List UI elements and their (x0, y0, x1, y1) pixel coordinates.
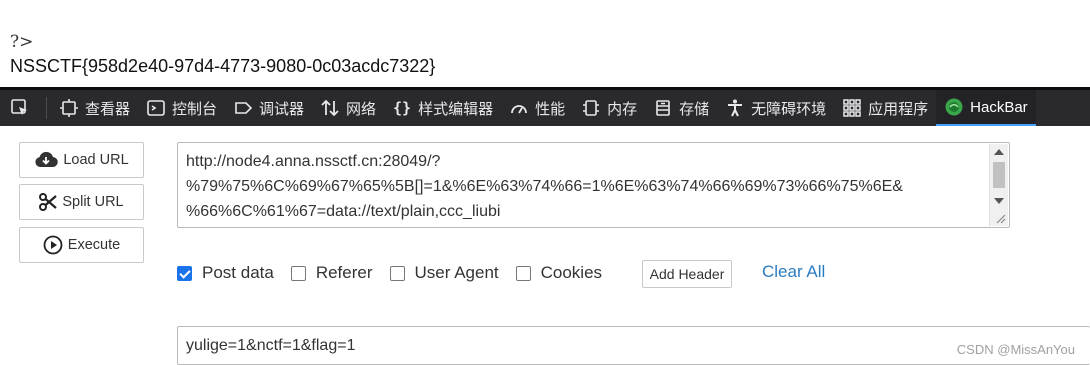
scroll-thumb[interactable] (993, 162, 1005, 188)
clear-all-link[interactable]: Clear All (762, 262, 825, 282)
storage-icon (653, 98, 673, 118)
inspector-icon (59, 98, 79, 118)
add-header-button[interactable]: Add Header (642, 260, 732, 288)
tab-console[interactable]: 控制台 (138, 90, 225, 126)
toolbar-separator (46, 97, 47, 119)
scroll-down-icon[interactable] (994, 198, 1004, 204)
user-agent-label: User Agent (414, 263, 499, 282)
hackbar-icon (944, 97, 964, 117)
tab-memory[interactable]: 内存 (573, 90, 645, 126)
console-icon (146, 98, 166, 118)
element-picker-icon (10, 98, 30, 118)
tab-performance[interactable]: 性能 (501, 90, 573, 126)
cloud-download-icon (34, 151, 59, 169)
options-row: Post data Referer User Agent Cookies (177, 260, 619, 286)
scroll-up-icon[interactable] (994, 149, 1004, 155)
load-url-label: Load URL (63, 152, 129, 168)
scissors-icon (39, 193, 58, 211)
execute-button[interactable]: Execute (19, 227, 144, 263)
cookies-option[interactable]: Cookies (515, 263, 603, 283)
tab-network[interactable]: 网络 (312, 90, 384, 126)
post-data-input[interactable]: yulige=1&nctf=1&flag=1 (177, 326, 1090, 365)
element-picker-button[interactable] (0, 90, 42, 126)
execute-label: Execute (67, 237, 121, 253)
referer-label: Referer (315, 263, 373, 282)
tab-style-editor-label: 样式编辑器 (418, 100, 494, 118)
tab-hackbar[interactable]: HackBar (936, 90, 1036, 126)
post-data-option[interactable]: Post data (177, 263, 274, 283)
tab-debugger[interactable]: 调试器 (225, 90, 312, 126)
tab-application[interactable]: 应用程序 (834, 90, 936, 126)
cookies-checkbox[interactable] (515, 265, 531, 281)
page-output: ?> NSSCTF{958d2e40-97d4-4773-9080-0c03ac… (10, 32, 435, 78)
flag-text: NSSCTF{958d2e40-97d4-4773-9080-0c03acdc7… (10, 56, 436, 76)
tab-storage[interactable]: 存储 (645, 90, 717, 126)
accessibility-icon (725, 98, 745, 118)
referer-checkbox[interactable] (290, 265, 306, 281)
play-circle-icon (43, 235, 63, 255)
tab-debugger-label: 调试器 (259, 100, 305, 118)
debugger-icon (233, 98, 253, 118)
tab-network-label: 网络 (346, 100, 377, 118)
cookies-label: Cookies (540, 263, 603, 282)
hackbar-panel: Load URL Split URL Execute http://node4.… (0, 126, 1090, 365)
tab-console-label: 控制台 (172, 100, 218, 118)
memory-icon (581, 98, 601, 118)
split-url-button[interactable]: Split URL (19, 184, 144, 220)
tab-application-label: 应用程序 (868, 100, 929, 118)
split-url-label: Split URL (62, 194, 124, 210)
tab-accessibility[interactable]: 无障碍环境 (717, 90, 834, 126)
tab-memory-label: 内存 (607, 100, 638, 118)
devtools-toolbar: 查看器 控制台 调试器 网络 {} 样式编辑器 性能 内存 存储 无障碍环境 应… (0, 87, 1090, 126)
style-editor-icon: {} (392, 98, 412, 118)
tab-style-editor[interactable]: {} 样式编辑器 (384, 90, 501, 126)
page-prefix-text: ?> (10, 32, 34, 52)
tab-inspector-label: 查看器 (85, 100, 131, 118)
referer-option[interactable]: Referer (290, 263, 373, 283)
post-data-value: yulige=1&nctf=1&flag=1 (186, 337, 356, 354)
network-icon (320, 98, 340, 118)
tab-performance-label: 性能 (535, 100, 566, 118)
user-agent-checkbox[interactable] (389, 265, 405, 281)
tab-storage-label: 存储 (679, 100, 710, 118)
user-agent-option[interactable]: User Agent (389, 263, 499, 283)
tab-hackbar-label: HackBar (970, 98, 1028, 116)
performance-icon (509, 98, 529, 118)
resize-grip-icon[interactable] (994, 212, 1006, 224)
svg-text:{}: {} (393, 99, 411, 117)
tab-inspector[interactable]: 查看器 (51, 90, 138, 126)
url-textarea[interactable]: http://node4.anna.nssctf.cn:28049/? %79%… (177, 142, 1010, 228)
watermark: CSDN @MissAnYou (956, 342, 1075, 357)
tab-accessibility-label: 无障碍环境 (751, 100, 827, 118)
post-data-label: Post data (202, 263, 274, 282)
post-data-checkbox[interactable] (177, 265, 192, 281)
load-url-button[interactable]: Load URL (19, 142, 144, 178)
application-icon (842, 98, 862, 118)
url-value: http://node4.anna.nssctf.cn:28049/? %79%… (186, 153, 903, 220)
